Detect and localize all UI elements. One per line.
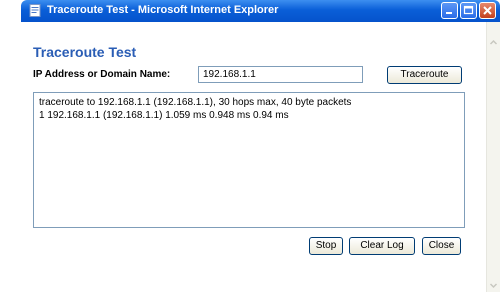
traceroute-button[interactable]: Traceroute bbox=[387, 66, 462, 84]
title-bar[interactable]: Traceroute Test - Microsoft Internet Exp… bbox=[21, 0, 500, 22]
ip-address-input[interactable] bbox=[198, 66, 363, 83]
maximize-button[interactable] bbox=[460, 2, 477, 19]
close-icon bbox=[483, 6, 492, 15]
ip-address-label: IP Address or Domain Name: bbox=[33, 69, 171, 80]
scroll-down-icon[interactable] bbox=[487, 278, 500, 292]
close-window-button[interactable] bbox=[479, 2, 496, 19]
maximize-icon bbox=[463, 5, 474, 15]
window-title: Traceroute Test - Microsoft Internet Exp… bbox=[47, 4, 279, 16]
vertical-scrollbar[interactable] bbox=[486, 22, 500, 292]
log-line: traceroute to 192.168.1.1 (192.168.1.1),… bbox=[39, 97, 352, 108]
close-button[interactable]: Close bbox=[422, 237, 461, 255]
stop-button[interactable]: Stop bbox=[309, 237, 343, 255]
traceroute-log[interactable]: traceroute to 192.168.1.1 (192.168.1.1),… bbox=[33, 92, 465, 228]
minimize-icon bbox=[446, 12, 452, 14]
clear-log-button[interactable]: Clear Log bbox=[349, 237, 415, 255]
scroll-up-icon[interactable] bbox=[487, 36, 500, 50]
minimize-button[interactable] bbox=[441, 2, 458, 19]
ie-page-icon bbox=[29, 4, 42, 17]
page-title: Traceroute Test bbox=[33, 44, 137, 60]
log-line: 1 192.168.1.1 (192.168.1.1) 1.059 ms 0.9… bbox=[39, 110, 289, 121]
